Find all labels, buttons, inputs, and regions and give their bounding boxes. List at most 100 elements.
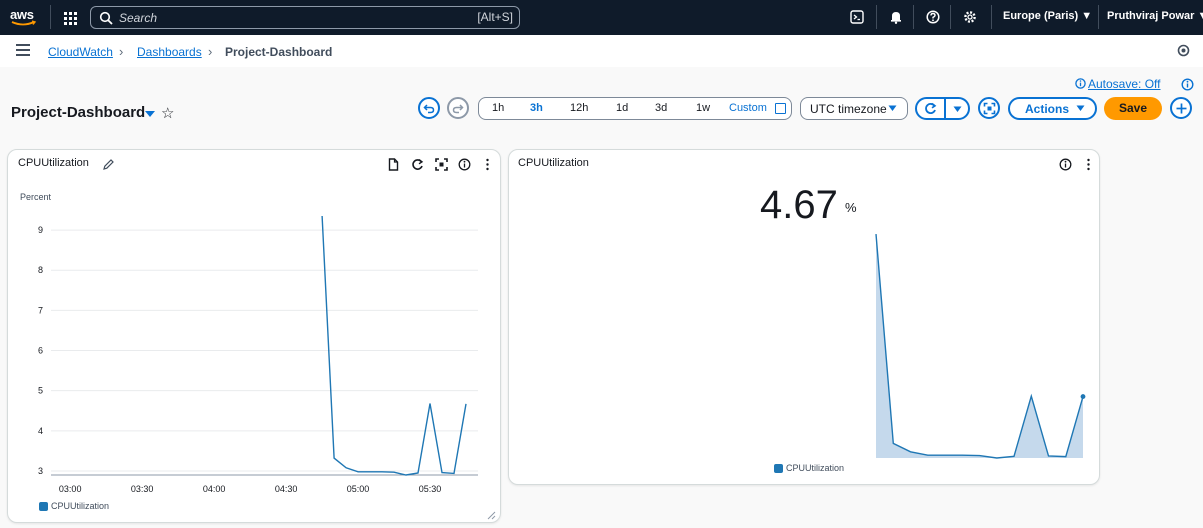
legend-swatch <box>774 463 783 473</box>
top-navigation: aws [Alt+S] Europe (Paris) ▼ Pruthviraj … <box>0 0 1203 35</box>
info-icon <box>1075 78 1086 89</box>
redo-button[interactable] <box>447 97 469 119</box>
series-line <box>321 215 467 476</box>
metric-value: 4.67 <box>760 183 838 227</box>
nav-divider <box>991 5 992 29</box>
region-selector[interactable]: Europe (Paris) ▼ <box>1003 10 1092 22</box>
time-range-3h[interactable]: 3h <box>530 102 543 114</box>
x-tick-label: 03:30 <box>131 484 154 494</box>
calendar-icon[interactable] <box>775 103 786 114</box>
redo-icon <box>452 104 464 114</box>
user-menu[interactable]: Pruthviraj Powar ▼ <box>1107 10 1203 22</box>
y-tick-label: 8 <box>38 265 43 275</box>
button-divider <box>944 99 946 118</box>
grid-dot <box>64 17 67 20</box>
series-area <box>876 234 1083 458</box>
save-button[interactable]: Save <box>1104 97 1162 120</box>
refresh-icon[interactable] <box>924 102 937 115</box>
search-shortcut: [Alt+S] <box>477 10 513 24</box>
time-range-selector: 1h 3h 12h 1d 3d 1w Custom <box>478 97 792 120</box>
search-icon <box>99 11 113 25</box>
y-tick-label: 9 <box>38 225 43 235</box>
metric-unit: % <box>845 200 857 215</box>
actions-label: Actions <box>1025 102 1070 116</box>
grid-dot <box>74 22 77 25</box>
timezone-label: UTC timezone <box>810 102 887 116</box>
fullscreen-button[interactable] <box>978 97 1000 119</box>
grid-dot <box>64 12 67 15</box>
x-tick-label: 03:00 <box>59 484 82 494</box>
y-tick-label: 3 <box>38 466 43 476</box>
chart-legend[interactable]: CPUUtilization <box>39 501 109 511</box>
aws-smile-icon <box>11 20 37 26</box>
caret-down-icon[interactable] <box>143 107 157 121</box>
actions-dropdown[interactable]: Actions <box>1008 97 1097 120</box>
aws-logo-text: aws <box>10 7 34 22</box>
panel-settings-icon[interactable] <box>1177 44 1190 57</box>
time-range-1w[interactable]: 1w <box>696 102 710 114</box>
cloudshell-icon[interactable] <box>848 8 866 26</box>
nav-divider <box>50 5 51 29</box>
grid-dot <box>69 12 72 15</box>
undo-icon <box>423 104 435 114</box>
add-widget-button[interactable] <box>1170 97 1192 119</box>
grid-dot <box>74 17 77 20</box>
x-tick-label: 04:30 <box>275 484 298 494</box>
autosave-label: Autosave: Off <box>1088 77 1161 91</box>
chevron-right-icon: › <box>208 44 213 59</box>
plus-icon <box>1176 103 1186 113</box>
breadcrumb-cloudwatch[interactable]: CloudWatch <box>48 45 113 59</box>
nav-divider <box>913 5 914 29</box>
grid-dot <box>69 22 72 25</box>
x-tick-label: 05:30 <box>419 484 442 494</box>
search-input[interactable] <box>119 10 459 25</box>
y-tick-label: 6 <box>38 346 43 356</box>
y-tick-label: 5 <box>38 386 43 396</box>
grid-dot <box>69 17 72 20</box>
nav-divider <box>876 5 877 29</box>
legend-swatch <box>39 501 48 511</box>
services-menu-button[interactable] <box>58 6 82 28</box>
nav-divider <box>950 5 951 29</box>
autosave-link[interactable]: Autosave: Off <box>1075 77 1161 91</box>
caret-down-icon <box>888 105 897 111</box>
caret-down-icon <box>1076 105 1085 111</box>
timezone-dropdown[interactable]: UTC timezone <box>800 97 908 120</box>
time-range-1d[interactable]: 1d <box>616 102 628 114</box>
line-chart: 3 4 5 6 7 8 9 03:00 03:30 04:00 04:30 05:00 05:30 <box>38 215 478 494</box>
caret-down-icon[interactable] <box>953 106 962 113</box>
time-range-3d[interactable]: 3d <box>655 102 667 114</box>
page-title: Project-Dashboard <box>11 104 146 121</box>
resize-handle-icon[interactable] <box>486 510 496 520</box>
line-chart-widget: CPUUtilization Percent 3 4 5 6 7 8 9 03:00 03:30… <box>7 149 501 523</box>
breadcrumb-bar: CloudWatch › Dashboards › Project-Dashbo… <box>0 35 1203 67</box>
help-icon[interactable] <box>924 8 942 26</box>
aws-logo[interactable]: aws <box>10 6 40 28</box>
time-range-1h[interactable]: 1h <box>492 102 504 114</box>
nav-divider <box>1098 5 1099 29</box>
grid-dot <box>74 12 77 15</box>
undo-button[interactable] <box>418 97 440 119</box>
breadcrumb-current: Project-Dashboard <box>225 45 333 59</box>
info-icon[interactable] <box>1181 78 1194 91</box>
expand-icon <box>983 102 995 114</box>
legend-label: CPUUtilization <box>51 501 110 511</box>
refresh-button-group <box>915 97 970 120</box>
latest-point <box>1080 394 1086 399</box>
grid-dot <box>64 22 67 25</box>
chart-legend[interactable]: CPUUtilization <box>774 463 844 473</box>
star-icon[interactable]: ☆ <box>161 104 174 122</box>
x-tick-label: 04:00 <box>203 484 226 494</box>
settings-icon[interactable] <box>961 8 979 26</box>
series-line <box>875 234 1084 459</box>
chevron-right-icon: › <box>119 44 124 59</box>
breadcrumb-dashboards[interactable]: Dashboards <box>137 45 202 59</box>
legend-label: CPUUtilization <box>786 463 845 473</box>
x-tick-label: 05:00 <box>347 484 370 494</box>
bell-icon[interactable] <box>887 8 905 26</box>
search-box[interactable]: [Alt+S] <box>90 6 520 29</box>
menu-icon[interactable] <box>16 44 30 56</box>
time-range-custom[interactable]: Custom <box>729 102 767 114</box>
time-range-12h[interactable]: 12h <box>570 102 588 114</box>
y-tick-label: 4 <box>38 426 43 436</box>
